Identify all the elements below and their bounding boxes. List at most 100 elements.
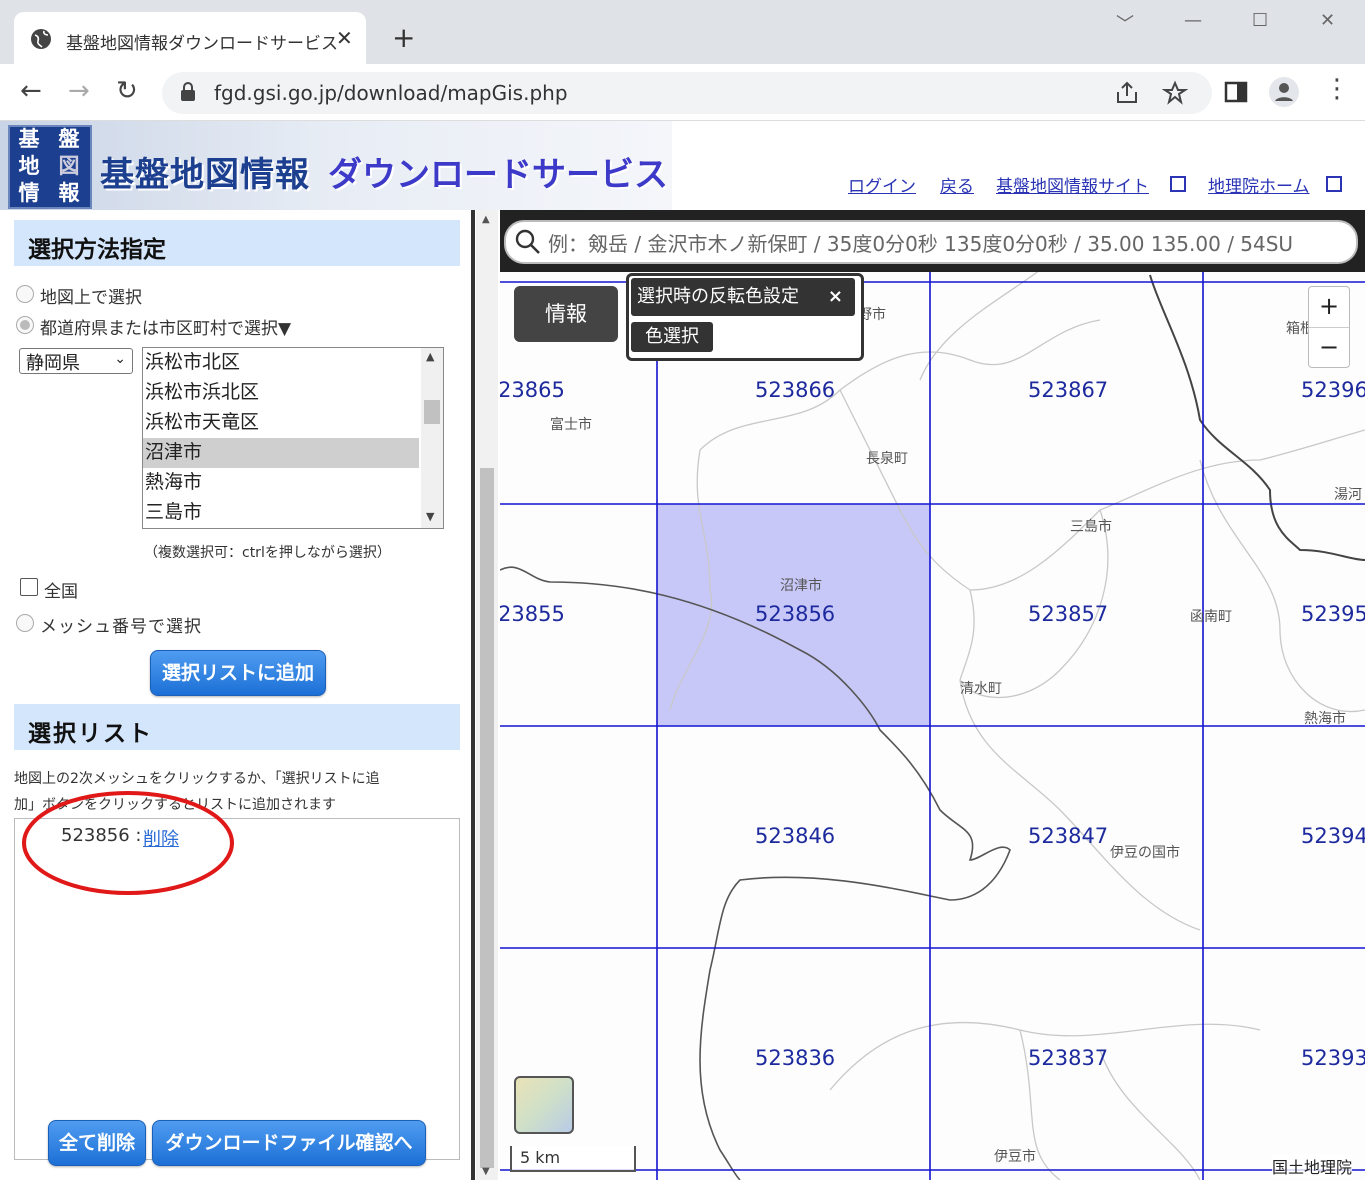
scroll-down-icon[interactable]: ▼ [482,1166,490,1177]
select-on-map-radio[interactable] [16,285,34,303]
place-label: 伊豆の国市 [1110,845,1180,861]
close-icon[interactable]: × [828,278,843,316]
select-by-pref-radio[interactable] [16,316,34,334]
maximize-icon[interactable]: ☐ [1252,10,1268,31]
close-tab-icon[interactable]: ✕ [336,26,353,50]
mesh-label: 23865 [500,378,565,402]
select-on-map-label: 地図上で選択 [40,288,142,308]
external-link-icon [1326,176,1342,192]
browser-tab[interactable]: 基盤地図情報ダウンロードサービス ✕ [14,12,366,64]
site-title: 基盤地図情報 [100,155,310,195]
mesh-label: 523857 [1028,602,1109,626]
highlight-color-popup: 選択時の反転色設定 × 色選択 [626,273,864,361]
chevron-down-icon: ⌄ [114,351,126,367]
mesh-label: 52395 [1301,602,1365,626]
select-by-mesh-radio[interactable] [16,614,34,632]
list-scrollbar[interactable]: ▲ ▼ [421,348,443,528]
place-label: 函南町 [1190,609,1232,625]
nationwide-checkbox[interactable] [20,578,38,596]
scroll-down-icon[interactable]: ▼ [426,510,434,523]
multi-select-note: （複数選択可：ctrlを押しながら選択） [144,545,391,561]
url-text: fgd.gsi.go.jp/download/mapGis.php [214,81,568,105]
info-button[interactable]: 情報 [514,286,618,342]
place-label: 三島市 [1070,519,1112,535]
list-item[interactable]: 熱海市 [143,468,419,498]
tab-title: 基盤地図情報ダウンロードサービス [66,34,338,54]
method-heading: 選択方法指定 [14,220,460,266]
left-panel-scrollbar[interactable]: ▲ ▼ [476,210,498,1180]
browser-menu-icon[interactable]: ⋮ [1324,74,1350,104]
kiban-site-link[interactable]: 基盤地図情報サイト [996,172,1149,197]
back-icon[interactable]: ← [20,76,42,106]
search-icon [515,229,540,254]
panel-divider[interactable] [471,210,475,1180]
zoom-out-button[interactable]: − [1309,328,1349,368]
browser-tabstrip: 基盤地図情報ダウンロードサービス ✕ + ﹀ — ☐ ✕ [0,0,1365,64]
globe-icon [31,29,51,49]
gsi-home-link[interactable]: 地理院ホーム [1208,172,1310,197]
back-link[interactable]: 戻る [940,172,974,197]
list-item-selected[interactable]: 沼津市 [143,438,419,468]
city-listbox[interactable]: 浜松市北区 浜松市浜北区 浜松市天竜区 沼津市 熱海市 三島市 ▲ ▼ [142,347,444,529]
close-window-icon[interactable]: ✕ [1320,10,1335,31]
mesh-label: 23855 [500,602,565,626]
add-to-list-button[interactable]: 選択リストに追加 [150,650,326,696]
new-tab-button[interactable]: + [392,24,415,52]
scroll-up-icon[interactable]: ▲ [482,214,490,225]
address-bar[interactable]: fgd.gsi.go.jp/download/mapGis.php [162,72,1212,114]
list-item[interactable]: 浜松市浜北区 [143,378,419,408]
zoom-in-button[interactable]: + [1309,287,1349,328]
prefecture-select[interactable]: 静岡県 ⌄ [19,348,133,374]
login-link[interactable]: ログイン [848,172,916,197]
scroll-thumb[interactable] [424,400,440,424]
to-download-confirm-button[interactable]: ダウンロードファイル確認へ [152,1120,426,1166]
color-select-button[interactable]: 色選択 [631,322,713,352]
left-panel: 選択方法指定 地図上で選択 都道府県または市区町村で選択▼ 静岡県 ⌄ 浜松市北… [0,210,472,1180]
mesh-label: 52396 [1301,378,1365,402]
profile-avatar-icon[interactable] [1268,76,1300,108]
side-panel-icon[interactable] [1224,80,1248,104]
mesh-label: 523867 [1028,378,1109,402]
mesh-label: 52394 [1301,824,1365,848]
map-search-input[interactable]: 例：剱岳 / 金沢市木ノ新保町 / 35度0分0秒 135度0分0秒 / 35.… [504,220,1358,264]
forward-icon[interactable]: → [68,76,90,106]
select-by-mesh-label: メッシュ番号で選択 [40,617,202,637]
site-banner: 基 盤 地 図 情 報 基盤地図情報 ダウンロードサービス [0,121,672,210]
bookmark-star-icon[interactable] [1162,80,1188,106]
basemap-toggle[interactable] [514,1076,574,1134]
place-label: 清水町 [960,681,1002,697]
annotation-circle [22,791,234,895]
place-label: 熱海市 [1304,711,1346,727]
scroll-thumb[interactable] [480,468,494,1168]
external-link-icon [1170,176,1186,192]
list-item[interactable]: 浜松市天竜区 [143,408,419,438]
place-label: 伊豆市 [994,1149,1036,1165]
popup-header: 選択時の反転色設定 × [631,278,855,316]
minimize-icon[interactable]: — [1184,10,1202,31]
mesh-label: 52393 [1301,1046,1365,1070]
tab-search-icon[interactable]: ﹀ [1116,10,1134,36]
list-item[interactable]: 浜松市北区 [143,348,419,378]
select-by-pref-label: 都道府県または市区町村で選択▼ [40,319,292,339]
site-logo: 基 盤 地 図 情 報 [8,125,92,209]
browser-toolbar: ← → ↻ fgd.gsi.go.jp/download/mapGis.php … [0,64,1365,121]
scale-bar: 5 km [510,1146,636,1172]
mesh-label: 523856 [755,602,836,626]
lock-icon [181,82,195,101]
mesh-label: 523866 [755,378,836,402]
scroll-up-icon[interactable]: ▲ [426,350,434,363]
place-label: 沼津市 [780,578,822,594]
zoom-control: + − [1308,286,1350,368]
place-label: 湯河 [1334,487,1362,503]
mesh-label: 523847 [1028,824,1109,848]
list-item[interactable]: 三島市 [143,498,419,528]
mesh-label: 523846 [755,824,836,848]
site-subtitle: ダウンロードサービス [328,155,668,195]
delete-all-button[interactable]: 全て削除 [48,1120,146,1166]
reload-icon[interactable]: ↻ [116,76,138,106]
list-heading: 選択リスト [14,704,460,750]
place-label: 富士市 [550,417,592,433]
share-icon[interactable] [1114,80,1140,106]
list-help-text: 地図上の2次メッシュをクリックするか、「選択リストに追 [14,771,380,787]
place-label: 長泉町 [866,451,908,467]
